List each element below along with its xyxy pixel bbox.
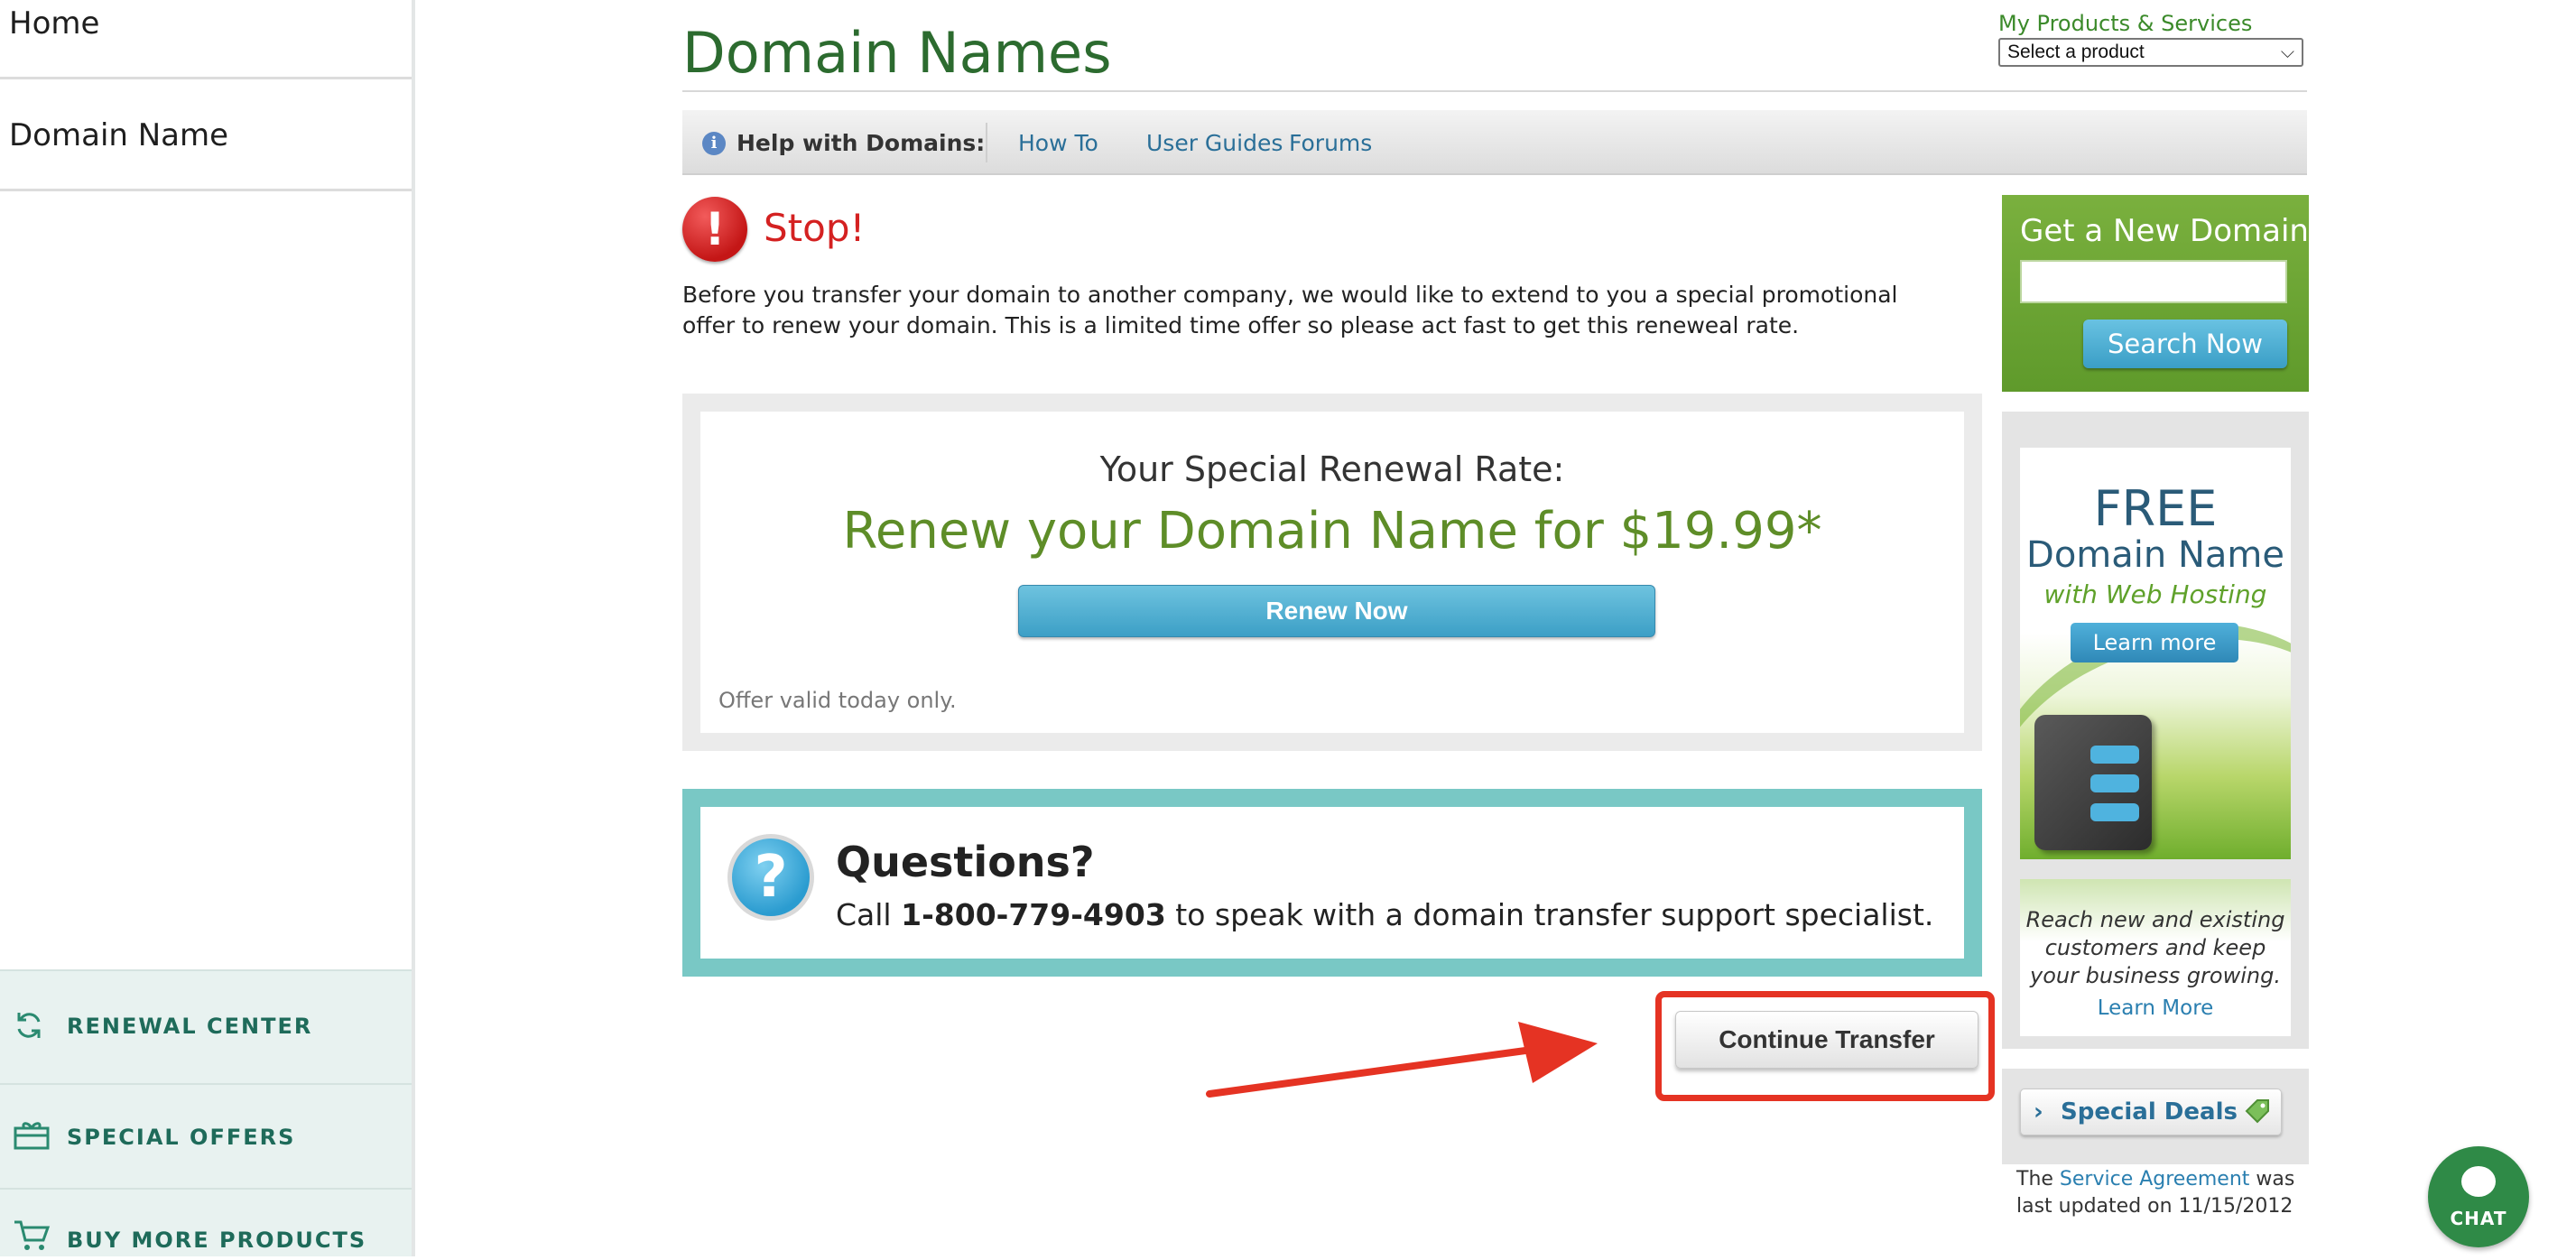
warning-icon: !: [682, 197, 747, 262]
question-icon: ?: [727, 834, 814, 921]
questions-suffix: to speak with a domain transfer support …: [1175, 897, 1934, 932]
sidebar-item-home[interactable]: Home: [0, 0, 412, 79]
product-select-value: Select a product: [2007, 42, 2145, 62]
service-agreement-link[interactable]: Service Agreement: [2060, 1168, 2249, 1191]
chat-icon: [2461, 1166, 2496, 1197]
service-agreement-note: The Service Agreement was last updated o…: [2016, 1166, 2305, 1220]
new-domain-widget: Get a New Domain Search Now: [2002, 195, 2309, 392]
sidebar-item-label: RENEWAL CENTER: [67, 1014, 313, 1039]
cart-icon: [13, 1218, 51, 1260]
ads-column: FREE Domain Name with Web Hosting Learn …: [2002, 412, 2309, 1049]
chevron-down-icon: ⌵: [2280, 42, 2294, 62]
new-domain-title: Get a New Domain: [2020, 213, 2309, 249]
special-deals-panel: › Special Deals: [2002, 1069, 2309, 1164]
service-note-prefix: The: [2016, 1168, 2053, 1191]
questions-contact-line: Call 1-800-779-4903 to speak with a doma…: [836, 897, 1933, 932]
help-link-user-guides[interactable]: User Guides: [1146, 130, 1283, 156]
info-icon: i: [702, 132, 726, 155]
stop-heading: Stop!: [764, 206, 866, 250]
sidebar-item-domain-name[interactable]: Domain Name: [0, 81, 412, 191]
ad-growth-learn-more-link[interactable]: Learn More: [2020, 996, 2291, 1020]
help-link-forums[interactable]: Forums: [1289, 130, 1372, 156]
sidebar-item-label: SPECIAL OFFERS: [67, 1125, 296, 1150]
sidebar-item-special-offers[interactable]: SPECIAL OFFERS: [0, 1083, 412, 1188]
questions-title: Questions?: [836, 838, 1095, 886]
questions-panel: ? Questions? Call 1-800-779-4903 to spea…: [682, 789, 1982, 977]
ad-domain-text: Domain Name: [2026, 534, 2284, 576]
web-hosting-ad[interactable]: FREE Domain Name with Web Hosting Learn …: [2020, 448, 2291, 859]
search-now-button[interactable]: Search Now: [2083, 320, 2287, 368]
help-link-how-to[interactable]: How To: [1018, 130, 1098, 156]
chat-label: CHAT: [2450, 1208, 2507, 1229]
renewal-offer-panel: Your Special Renewal Rate: Renew your Do…: [682, 394, 1982, 751]
renew-now-button[interactable]: Renew Now: [1018, 585, 1655, 637]
chevron-right-icon: ›: [2034, 1098, 2043, 1126]
ad-with-hosting-text: with Web Hosting: [2043, 579, 2267, 609]
sidebar-item-label: BUY MORE PRODUCTS: [67, 1228, 367, 1253]
sidebar-item-buy-more-products[interactable]: BUY MORE PRODUCTS: [0, 1188, 412, 1256]
sidebar-item-renewal-center[interactable]: RENEWAL CENTER: [0, 969, 412, 1083]
offer-validity-note: Offer valid today only.: [718, 688, 957, 713]
questions-card: ? Questions? Call 1-800-779-4903 to spea…: [700, 807, 1964, 959]
server-icon: [2034, 715, 2152, 850]
title-divider: [682, 90, 2307, 92]
ad-learn-more-button[interactable]: Learn more: [2071, 623, 2238, 662]
product-select[interactable]: Select a product ⌵: [1998, 38, 2303, 67]
renew-icon: [13, 1009, 45, 1047]
gift-icon: [13, 1119, 51, 1157]
annotation-arrow: [1206, 1022, 1598, 1098]
price-tag-icon: [2245, 1099, 2269, 1124]
renewal-offer-card: Your Special Renewal Rate: Renew your Do…: [700, 412, 1964, 733]
help-bar-divider: [986, 123, 987, 162]
stop-message: Before you transfer your domain to anoth…: [682, 282, 1898, 338]
chat-button[interactable]: CHAT: [2428, 1146, 2529, 1247]
offer-heading: Your Special Renewal Rate:: [1099, 449, 1565, 489]
questions-prefix: Call: [836, 897, 892, 932]
offer-headline: Renew your Domain Name for $19.99*: [842, 502, 1822, 561]
support-phone-number: 1-800-779-4903: [901, 897, 1166, 932]
page-title: Domain Names: [682, 20, 1112, 86]
special-deals-button[interactable]: › Special Deals: [2020, 1089, 2282, 1135]
help-bar-title: Help with Domains:: [737, 130, 986, 156]
business-growth-ad[interactable]: Reach new and existing customers and kee…: [2020, 879, 2291, 1036]
help-bar: i Help with Domains: How To User Guides …: [682, 110, 2307, 175]
sidebar: Home Domain Name RENEWAL CENTER SPECIAL …: [0, 0, 415, 1256]
ad-free-text: FREE: [2093, 480, 2218, 537]
continue-transfer-button[interactable]: Continue Transfer: [1675, 1011, 1978, 1069]
ad-growth-text: Reach new and existing customers and kee…: [2025, 907, 2285, 988]
my-products-label[interactable]: My Products & Services: [1998, 11, 2252, 36]
domain-search-input[interactable]: [2020, 260, 2287, 303]
special-deals-label: Special Deals: [2061, 1098, 2238, 1126]
